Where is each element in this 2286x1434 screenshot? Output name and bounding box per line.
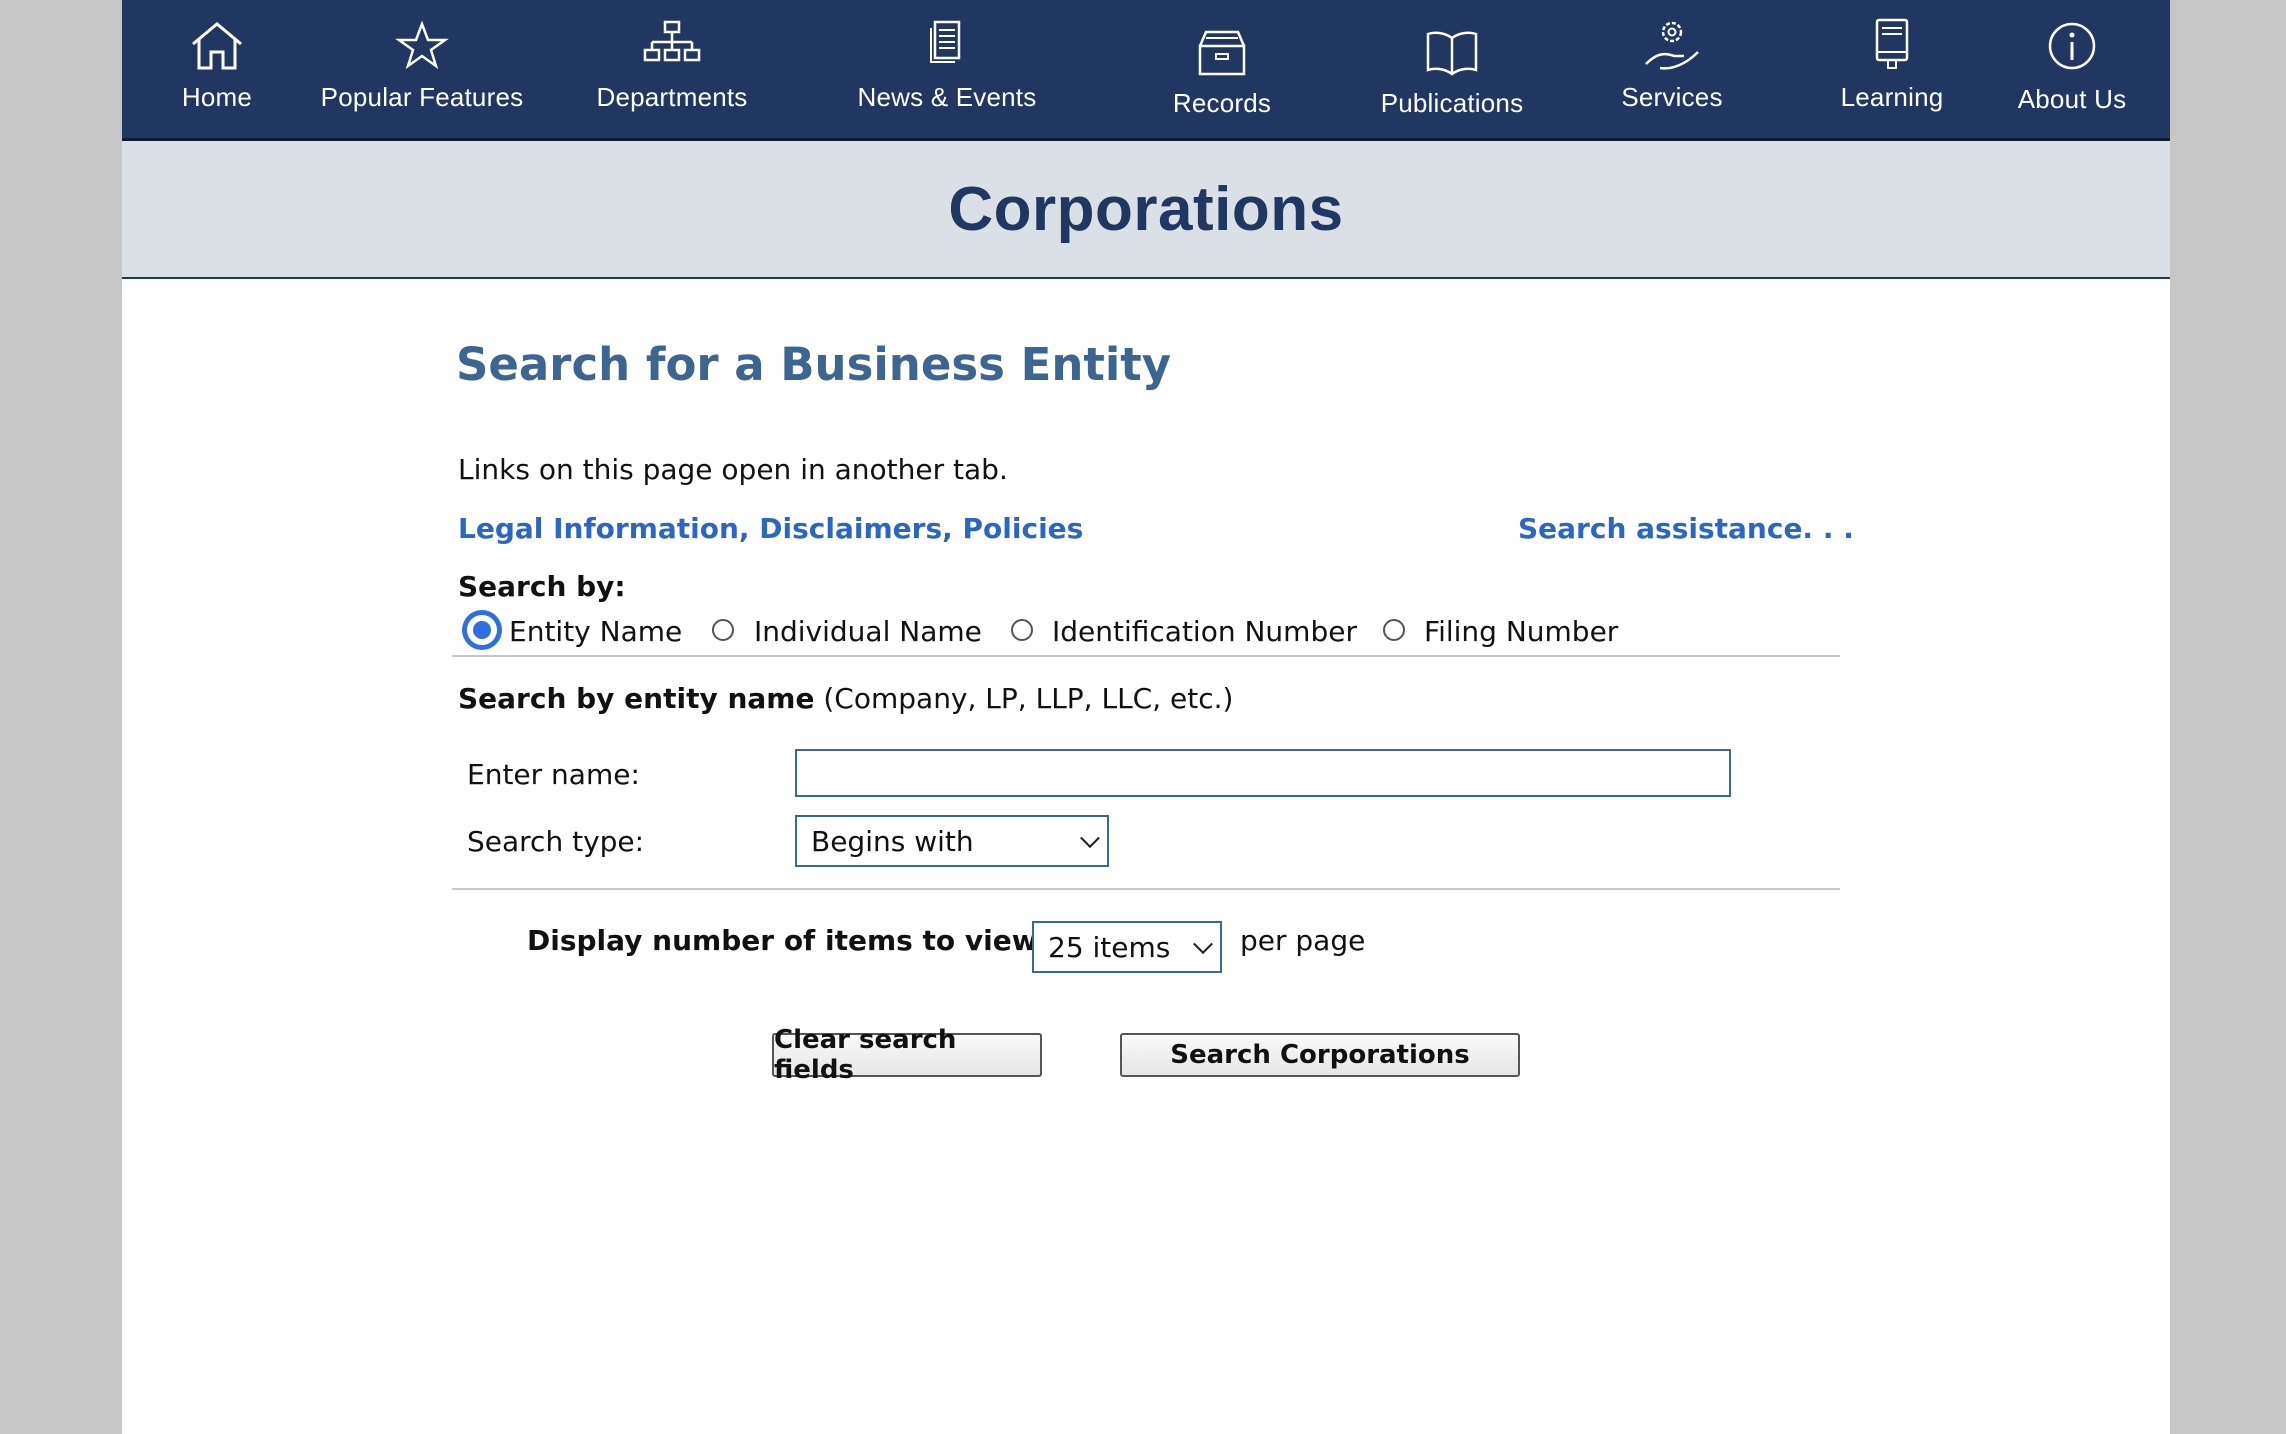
- per-page-text: per page: [1240, 924, 1366, 957]
- nav-label: Publications: [1380, 88, 1524, 118]
- nav-label: Departments: [596, 82, 748, 112]
- divider: [452, 888, 1840, 890]
- filing-number-radio-label[interactable]: Filing Number: [1424, 615, 1618, 648]
- nav-label: Services: [1621, 82, 1723, 112]
- section-heading: Search by entity name (Company, LP, LLP,…: [458, 682, 1233, 715]
- search-assistance-link[interactable]: Search assistance. . .: [1518, 512, 1854, 545]
- nav-label: Popular Features: [320, 82, 524, 112]
- items-per-page-select[interactable]: 25 items: [1032, 921, 1222, 973]
- items-per-page-value: 25 items: [1048, 930, 1171, 964]
- page: Home Popular Features Departments News &…: [122, 0, 2170, 1434]
- identification-number-radio[interactable]: [1011, 619, 1033, 641]
- display-items-label: Display number of items to view:: [527, 924, 1049, 957]
- nav-label: Records: [1172, 88, 1272, 118]
- search-corporations-button[interactable]: Search Corporations: [1120, 1033, 1520, 1077]
- chevron-down-icon: [1193, 934, 1213, 955]
- page-banner: Corporations: [122, 141, 2170, 279]
- nav-label: Learning: [1840, 82, 1944, 112]
- entity-name-radio[interactable]: [464, 612, 500, 648]
- entity-name-radio-label[interactable]: Entity Name: [509, 615, 682, 648]
- filing-number-radio[interactable]: [1383, 619, 1405, 641]
- individual-name-radio[interactable]: [712, 619, 734, 641]
- nav-label: News & Events: [857, 82, 1037, 112]
- search-type-value: Begins with: [811, 824, 974, 858]
- section-heading-note: (Company, LP, LLP, LLC, etc.): [823, 682, 1234, 715]
- search-form: Search for a Business Entity Links on th…: [122, 0, 2170, 1085]
- page-title: Corporations: [948, 174, 1344, 244]
- search-type-label: Search type:: [467, 825, 645, 858]
- entity-name-input[interactable]: [795, 749, 1731, 797]
- search-type-select[interactable]: Begins with: [795, 815, 1109, 867]
- chevron-down-icon: [1080, 828, 1100, 849]
- nav-label: Home: [181, 82, 253, 112]
- search-by-label: Search by:: [458, 570, 626, 603]
- section-title: Search for a Business Entity: [456, 338, 1172, 391]
- clear-search-button[interactable]: Clear search fields: [772, 1025, 1042, 1085]
- section-heading-bold: Search by entity name: [458, 682, 815, 715]
- enter-name-label: Enter name:: [467, 758, 640, 791]
- legal-info-link[interactable]: Legal Information, Disclaimers, Policies: [458, 512, 1083, 545]
- divider: [452, 655, 1840, 657]
- identification-number-radio-label[interactable]: Identification Number: [1052, 615, 1357, 648]
- nav-label: About Us: [2017, 84, 2127, 114]
- intro-text: Links on this page open in another tab.: [458, 453, 1008, 486]
- individual-name-radio-label[interactable]: Individual Name: [754, 615, 982, 648]
